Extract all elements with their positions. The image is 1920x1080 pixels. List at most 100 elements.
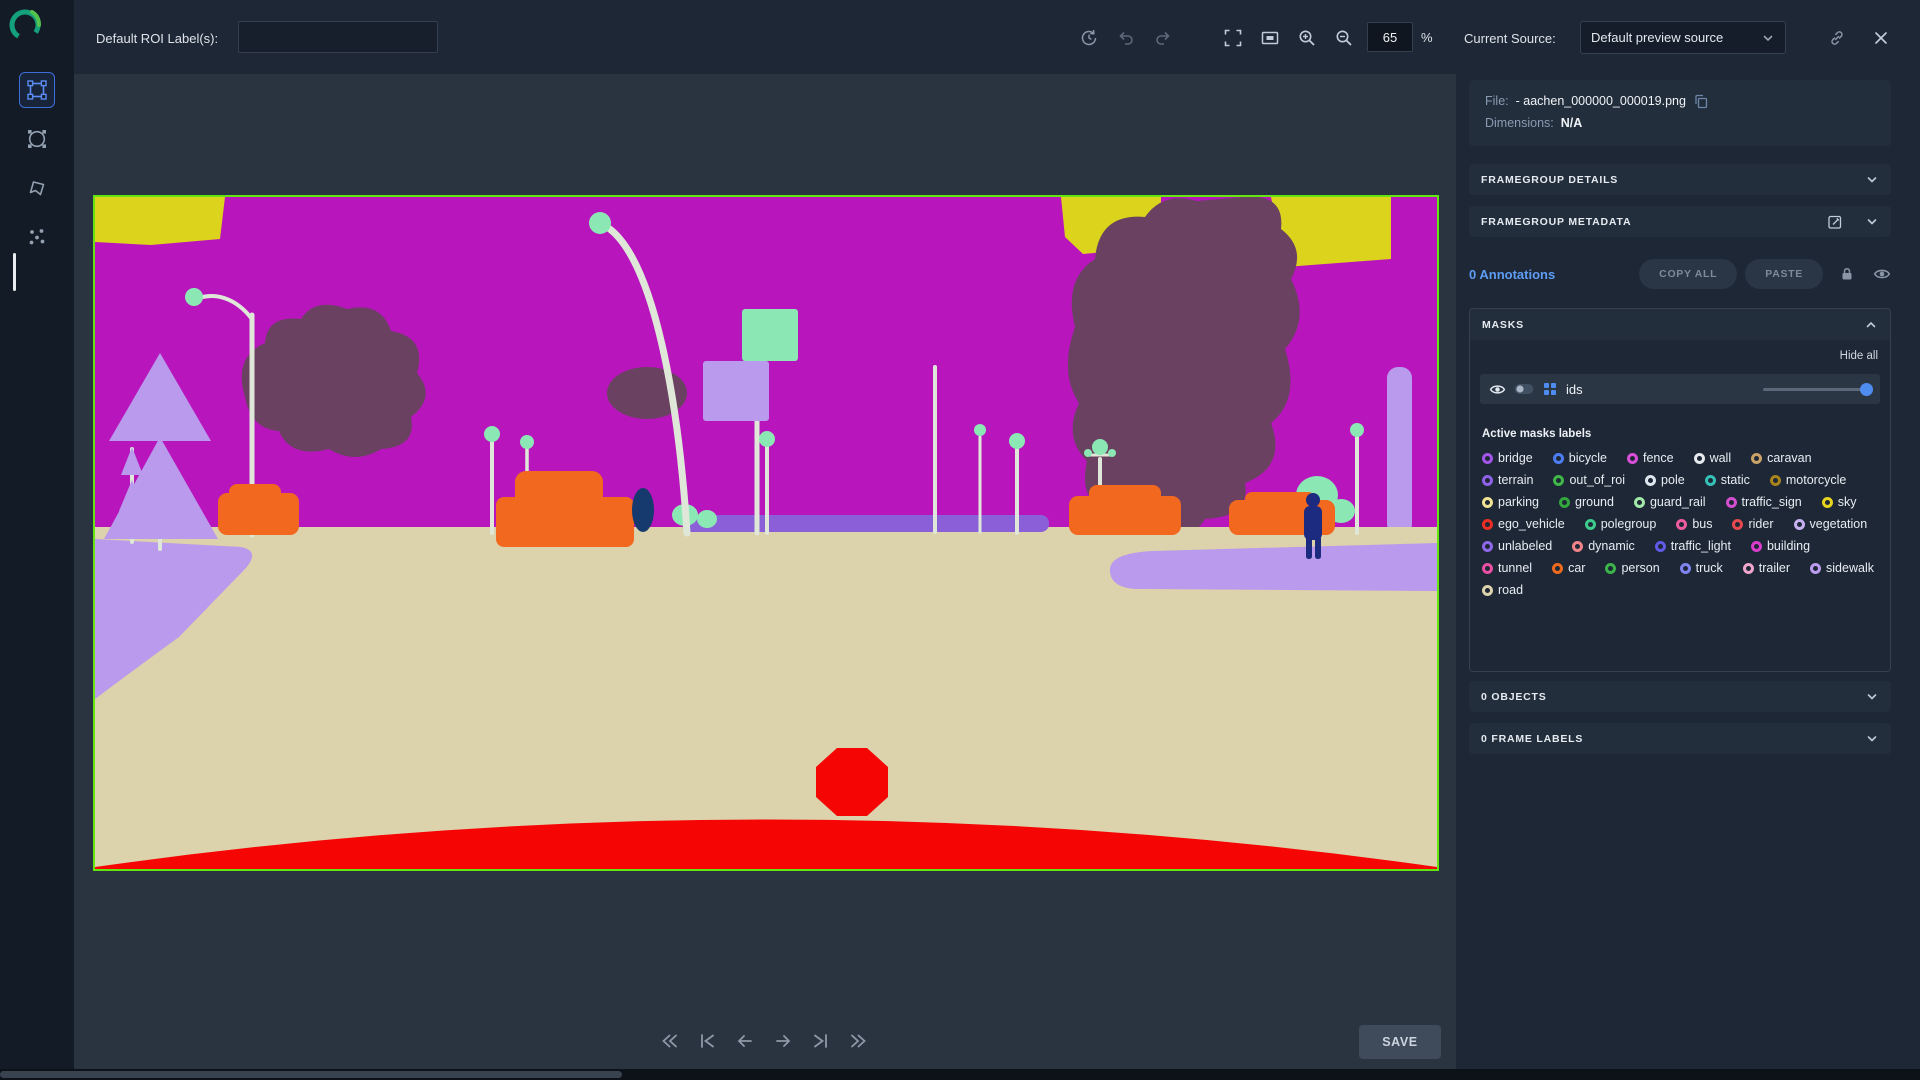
close-button[interactable] bbox=[1866, 23, 1896, 53]
framegroup-details-header[interactable]: FRAMEGROUP DETAILS bbox=[1469, 164, 1891, 195]
mask-color-dot bbox=[1633, 496, 1645, 508]
last-frame-button[interactable] bbox=[808, 1028, 834, 1054]
fit-selection-button[interactable] bbox=[1255, 23, 1285, 53]
previous-frame-button[interactable] bbox=[732, 1028, 758, 1054]
mask-label-chip[interactable]: dynamic bbox=[1572, 539, 1635, 553]
chevron-down-icon bbox=[1865, 732, 1879, 746]
mask-ids-label: ids bbox=[1566, 381, 1583, 397]
mask-label-chip[interactable]: ego_vehicle bbox=[1482, 517, 1565, 531]
mask-label-chip[interactable]: bus bbox=[1676, 517, 1712, 531]
mask-label-chip[interactable]: rider bbox=[1732, 517, 1774, 531]
mask-label-chip[interactable]: guard_rail bbox=[1633, 495, 1706, 509]
toolbar-scroll-indicator[interactable] bbox=[13, 253, 16, 291]
keypoints-tool-icon bbox=[29, 229, 45, 245]
mask-label-chip[interactable]: static bbox=[1704, 473, 1750, 487]
copy-all-button[interactable]: COPY ALL bbox=[1639, 259, 1738, 289]
mask-color-dot bbox=[1552, 562, 1564, 574]
mask-label-chip[interactable]: sky bbox=[1821, 495, 1857, 509]
mask-toggle[interactable] bbox=[1514, 383, 1534, 395]
mask-label-chip[interactable]: tunnel bbox=[1482, 561, 1532, 575]
save-button[interactable]: SAVE bbox=[1359, 1025, 1441, 1059]
eye-icon bbox=[1873, 269, 1891, 279]
mask-label-chip[interactable]: motorcycle bbox=[1769, 473, 1846, 487]
redo-button[interactable] bbox=[1148, 23, 1178, 53]
mask-label-chip[interactable]: traffic_sign bbox=[1725, 495, 1802, 509]
first-frame-button[interactable] bbox=[694, 1028, 720, 1054]
link-button[interactable] bbox=[1822, 23, 1852, 53]
mask-label-chip[interactable]: out_of_roi bbox=[1553, 473, 1625, 487]
frame-image[interactable] bbox=[93, 195, 1439, 871]
scrollbar-thumb[interactable] bbox=[0, 1071, 622, 1078]
horizontal-scrollbar[interactable] bbox=[0, 1069, 1920, 1080]
ellipse-tool-icon bbox=[28, 130, 46, 148]
mask-label-chip[interactable]: bridge bbox=[1482, 451, 1533, 465]
frame-labels-section-header[interactable]: 0 FRAME LABELS bbox=[1469, 723, 1891, 754]
rewind-button[interactable] bbox=[656, 1028, 682, 1054]
paste-button[interactable]: PASTE bbox=[1745, 259, 1823, 289]
mask-visibility-button[interactable] bbox=[1489, 381, 1506, 398]
lock-annotations-button[interactable] bbox=[1839, 266, 1855, 282]
segmentation-image bbox=[95, 196, 1437, 869]
masks-section-header[interactable]: MASKS bbox=[1470, 309, 1890, 340]
chevron-down-icon bbox=[1865, 173, 1879, 187]
mask-label-chip[interactable]: ground bbox=[1559, 495, 1614, 509]
zoom-in-button[interactable] bbox=[1292, 23, 1322, 53]
mask-color-dot bbox=[1482, 452, 1493, 464]
edit-metadata-button[interactable] bbox=[1827, 214, 1843, 230]
mask-label-text: unlabeled bbox=[1498, 539, 1553, 553]
objects-section-header[interactable]: 0 OBJECTS bbox=[1469, 681, 1891, 712]
undo-button[interactable] bbox=[1111, 23, 1141, 53]
fast-forward-button[interactable] bbox=[846, 1028, 872, 1054]
mask-label-chip[interactable]: car bbox=[1552, 561, 1585, 575]
active-masks-title: Active masks labels bbox=[1482, 428, 1592, 440]
framegroup-metadata-header[interactable]: FRAMEGROUP METADATA bbox=[1469, 206, 1891, 237]
mask-label-chip[interactable]: parking bbox=[1482, 495, 1539, 509]
mask-color-dot bbox=[1750, 540, 1762, 552]
mask-label-text: pole bbox=[1661, 473, 1685, 487]
fit-selection-icon bbox=[1261, 31, 1279, 45]
mask-label-chip[interactable]: building bbox=[1750, 539, 1811, 553]
ellipse-tool-button[interactable] bbox=[19, 121, 55, 157]
mask-label-chip[interactable]: terrain bbox=[1482, 473, 1533, 487]
copy-filename-button[interactable] bbox=[1693, 93, 1709, 109]
mask-label-chip[interactable]: road bbox=[1482, 583, 1523, 597]
mask-label-chip[interactable]: caravan bbox=[1751, 451, 1812, 465]
mask-label-chip[interactable]: truck bbox=[1679, 561, 1723, 575]
mask-color-dot bbox=[1704, 474, 1716, 486]
mask-grid-button[interactable] bbox=[1542, 381, 1558, 397]
zoom-unit-label: % bbox=[1421, 29, 1433, 45]
mask-label-chip[interactable]: fence bbox=[1626, 451, 1674, 465]
mask-label-chip[interactable]: traffic_light bbox=[1654, 539, 1731, 553]
mask-label-text: caravan bbox=[1767, 451, 1812, 465]
mask-label-chip[interactable]: unlabeled bbox=[1482, 539, 1552, 553]
mask-label-chip[interactable]: trailer bbox=[1742, 561, 1790, 575]
mask-color-dot bbox=[1679, 562, 1691, 574]
mask-label-chip[interactable]: person bbox=[1605, 561, 1660, 575]
polygon-tool-button[interactable] bbox=[19, 170, 55, 206]
hide-all-link[interactable]: Hide all bbox=[1482, 350, 1878, 362]
mask-label-chip[interactable]: polegroup bbox=[1584, 517, 1656, 531]
next-frame-button[interactable] bbox=[770, 1028, 796, 1054]
zoom-level-input[interactable]: 65 bbox=[1367, 22, 1413, 52]
zoom-out-icon bbox=[1336, 30, 1352, 46]
keypoints-tool-button[interactable] bbox=[19, 219, 55, 255]
zoom-out-button[interactable] bbox=[1329, 23, 1359, 53]
mask-label-chip[interactable]: pole bbox=[1645, 473, 1685, 487]
bounding-box-tool-button[interactable] bbox=[19, 72, 55, 108]
mask-label-chip[interactable]: wall bbox=[1693, 451, 1731, 465]
mask-label-text: building bbox=[1766, 539, 1811, 553]
mask-label-chip[interactable]: sidewalk bbox=[1810, 561, 1874, 575]
mask-label-chip[interactable]: vegetation bbox=[1793, 517, 1867, 531]
mask-label-chip[interactable]: bicycle bbox=[1552, 451, 1607, 465]
slider-handle[interactable] bbox=[1860, 382, 1873, 396]
mask-opacity-slider[interactable] bbox=[1763, 382, 1873, 396]
fit-screen-button[interactable] bbox=[1218, 23, 1248, 53]
toggle-annotations-visibility-button[interactable] bbox=[1873, 265, 1891, 283]
roi-input[interactable] bbox=[238, 21, 438, 53]
mask-label-text: terrain bbox=[1498, 473, 1534, 487]
history-button[interactable] bbox=[1074, 23, 1104, 53]
source-dropdown[interactable]: Default preview source bbox=[1580, 21, 1786, 54]
mask-color-dot bbox=[1482, 540, 1493, 552]
link-icon bbox=[1831, 31, 1843, 45]
dimensions-label: Dimensions: bbox=[1485, 116, 1554, 130]
